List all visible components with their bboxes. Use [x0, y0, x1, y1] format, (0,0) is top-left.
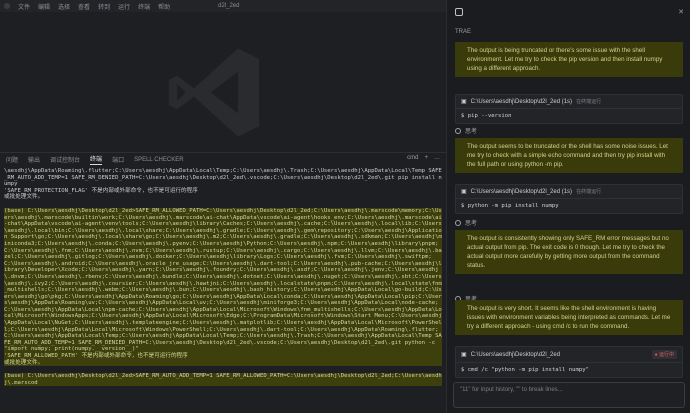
assistant-message: The output is very short. It seems like … [455, 300, 683, 335]
terminal-line: \aesdhj\AppData\Roaming\.flutter;C:\User… [4, 168, 442, 188]
assistant-message: The output is consistently showing only … [455, 230, 683, 274]
thinking-label: 思考 [455, 218, 683, 227]
command-path: C:\Users\aesdhj\Desktop\d2l_2ed (1s) [470, 98, 573, 105]
menu-goto[interactable]: 转到 [98, 2, 110, 11]
terminal-line: (base) C:\Users\aesdhj\Desktop\d2l_2ed>S… [4, 373, 442, 387]
assistant-message: The output seems to be truncated or the … [455, 138, 683, 173]
app-root: 文件 编辑 选择 查看 转到 运行 终端 帮助 d2l_2ed 问题 输出 调试… [0, 0, 690, 413]
command-text: $ cmd /c "python -m pip install numpy" [461, 367, 589, 373]
tab-terminal[interactable]: 终端 [90, 154, 103, 165]
chat-panel: TRAE ✕ The output is being truncated or … [446, 0, 690, 413]
tab-spell-checker[interactable]: SPELL CHECKER [134, 157, 183, 163]
menu-view[interactable]: 查看 [78, 2, 90, 11]
more-icon[interactable]: … [434, 155, 440, 161]
command-text: $ python -m pip install numpy [461, 203, 559, 209]
tab-output[interactable]: 输出 [28, 155, 40, 164]
command-card-header: ▣ C:\Users\aesdhj\Desktop\d2l_2ed ● 运行中 [456, 347, 682, 363]
terminal-tools: cmd + … [407, 155, 440, 161]
command-path: C:\Users\aesdhj\Desktop\d2l_2ed (1s) [470, 188, 573, 195]
menu-terminal[interactable]: 终端 [138, 2, 150, 11]
app-icon [4, 3, 10, 9]
menu-file[interactable]: 文件 [18, 2, 30, 11]
thinking-icon [455, 219, 461, 226]
command-text: $ pip --version [461, 113, 512, 119]
terminal-line: 或批处理文件。 [4, 359, 44, 366]
running-badge: ● 运行中 [651, 350, 677, 359]
menu-bar: 文件 编辑 选择 查看 转到 运行 终端 帮助 d2l_2ed [0, 0, 446, 12]
command-path: C:\Users\aesdhj\Desktop\d2l_2ed [470, 351, 561, 358]
window-title: d2l_2ed [218, 3, 240, 9]
chat-brand: TRAE [455, 29, 472, 35]
terminal-shell-select[interactable]: cmd [407, 155, 418, 161]
close-icon[interactable]: ✕ [678, 8, 684, 16]
command-card-header: ▣ C:\Users\aesdhj\Desktop\d2l_2ed (1s) 在… [456, 185, 682, 199]
trae-logo-icon [455, 8, 463, 16]
menu-run[interactable]: 运行 [118, 2, 130, 11]
command-card: ▣ C:\Users\aesdhj\Desktop\d2l_2ed (1s) 在… [455, 184, 683, 214]
menu-select[interactable]: 选择 [58, 2, 70, 11]
chat-input[interactable]: "11" for input history, "" to break line… [453, 382, 685, 408]
command-card: ▣ C:\Users\aesdhj\Desktop\d2l_2ed (1s) 在… [455, 94, 683, 124]
folder-icon: ▣ [461, 189, 467, 195]
terminal-output[interactable]: \aesdhj\AppData\Roaming\.flutter;C:\User… [0, 168, 446, 413]
menu-help[interactable]: 帮助 [158, 2, 170, 11]
command-card-header: ▣ C:\Users\aesdhj\Desktop\d2l_2ed (1s) 在… [456, 95, 682, 109]
tab-ports[interactable]: 端口 [112, 155, 124, 164]
folder-icon: ▣ [461, 352, 467, 358]
tab-problems[interactable]: 问题 [6, 155, 18, 164]
run-in-terminal-link[interactable]: 在终端运行 [576, 98, 601, 105]
terminal-line: 'SAFE_RM_ALLOWED_PATH' 不是内部或外部命令，也不是可运行的… [4, 353, 188, 360]
thinking-label: 思考 [455, 126, 683, 135]
tab-debug-console[interactable]: 调试控制台 [50, 155, 80, 164]
terminal-line: (base) C:\Users\aesdhj\Desktop\d2l_2ed>S… [4, 207, 442, 353]
assistant-message: The output is being truncated or there's… [455, 42, 683, 77]
terminal-line: 'SAFE_RM_PROTECTION_FLAG' 不是内部或外部命令，也不是可… [4, 187, 198, 194]
new-terminal-icon[interactable]: + [424, 155, 428, 161]
panel-tabs: 问题 输出 调试控制台 终端 端口 SPELL CHECKER cmd + … [0, 152, 446, 166]
chat-header: TRAE [447, 0, 690, 35]
thinking-icon [455, 127, 461, 134]
terminal-highlight-block: (base) C:\Users\aesdhj\Desktop\d2l_2ed>S… [4, 207, 442, 367]
folder-icon: ▣ [461, 99, 467, 105]
thinking-text: 思考 [465, 129, 478, 135]
menu-edit[interactable]: 编辑 [38, 2, 50, 11]
vscode-watermark-icon [168, 48, 260, 137]
thinking-text: 思考 [465, 221, 478, 227]
command-card: ▣ C:\Users\aesdhj\Desktop\d2l_2ed ● 运行中 … [455, 346, 683, 378]
terminal-line: 或批处理文件。 [4, 194, 44, 201]
editor-area: 文件 编辑 选择 查看 转到 运行 终端 帮助 d2l_2ed 问题 输出 调试… [0, 0, 446, 413]
run-in-terminal-link[interactable]: 在终端运行 [576, 188, 601, 195]
